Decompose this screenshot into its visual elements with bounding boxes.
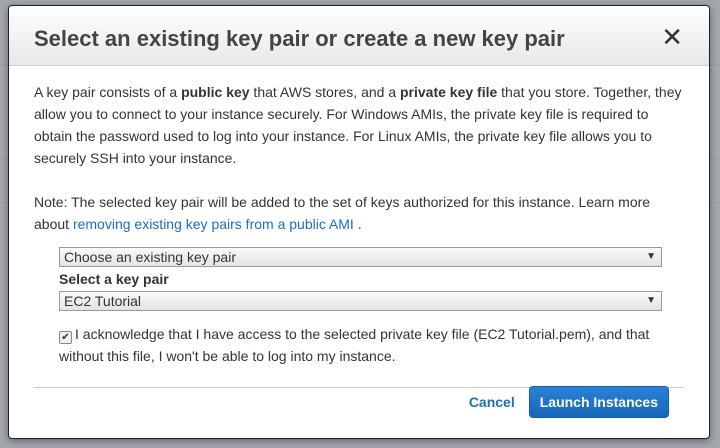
select-key-pair-label: Select a key pair xyxy=(59,271,169,287)
key-pair-dialog: Select an existing key pair or create a … xyxy=(8,5,710,439)
select-value: Choose an existing key pair xyxy=(64,249,236,265)
intro-bold: public key xyxy=(181,84,250,100)
note-end: . xyxy=(357,216,362,232)
launch-instances-button[interactable]: Launch Instances xyxy=(528,386,669,418)
intro-text: A key pair consists of a public key that… xyxy=(34,81,684,169)
intro-part: that AWS stores, and a xyxy=(249,84,400,100)
key-pair-mode-select[interactable]: Choose an existing key pair ▼ xyxy=(59,247,662,267)
intro-part: A key pair consists of a xyxy=(34,84,182,100)
dialog-body: A key pair consists of a public key that… xyxy=(9,66,709,388)
dropdown-arrow-icon: ▼ xyxy=(646,251,656,262)
dialog-title: Select an existing key pair or create a … xyxy=(34,26,565,51)
dropdown-arrow-icon: ▼ xyxy=(646,295,656,306)
acknowledge-checkbox[interactable]: ✔ xyxy=(59,331,72,344)
key-pair-select[interactable]: EC2 Tutorial ▼ xyxy=(59,291,662,311)
intro-bold: private key file xyxy=(400,84,498,100)
select-value: EC2 Tutorial xyxy=(64,293,142,309)
close-icon[interactable]: ✕ xyxy=(661,24,683,50)
acknowledge-label: I acknowledge that I have access to the … xyxy=(59,326,650,364)
note-text: Note: The selected key pair will be adde… xyxy=(34,191,684,235)
cancel-button[interactable]: Cancel xyxy=(469,394,515,410)
dialog-header: Select an existing key pair or create a … xyxy=(9,6,709,66)
remove-key-pairs-link[interactable]: removing existing key pairs from a publi… xyxy=(73,216,354,232)
acknowledge-row: ✔ I acknowledge that I have access to the… xyxy=(59,323,679,367)
dialog-footer: Cancel Launch Instances xyxy=(469,386,669,418)
